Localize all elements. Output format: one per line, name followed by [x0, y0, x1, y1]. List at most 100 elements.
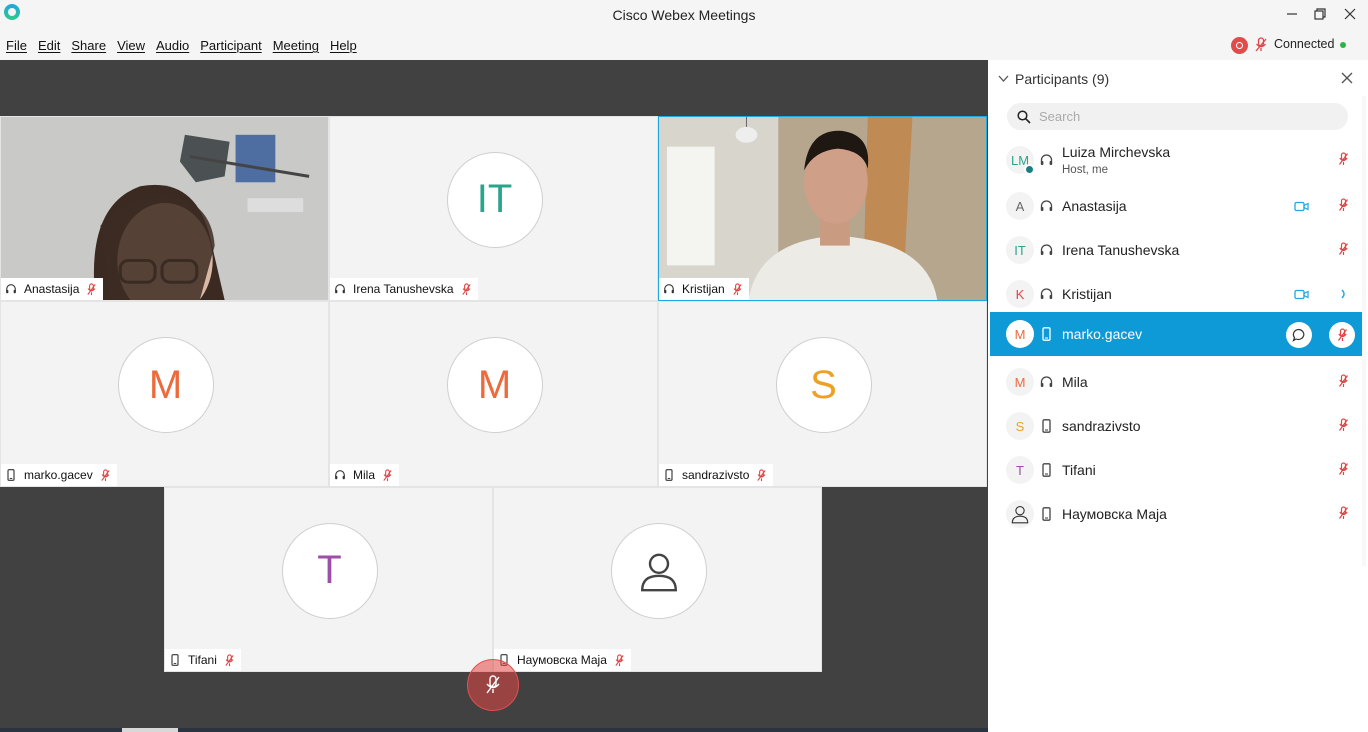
avatar-initials: K — [1015, 286, 1025, 302]
tile-participant-name: sandrazivsto — [682, 468, 750, 482]
participant-row[interactable]: T Tifani — [990, 448, 1365, 492]
phone-icon — [1042, 419, 1051, 433]
headset-icon — [1040, 154, 1053, 165]
search-input[interactable] — [1039, 105, 1339, 128]
recording-icon[interactable] — [1231, 37, 1248, 54]
tile-participant-name: Kristijan — [682, 282, 725, 296]
tile-participant-name: Наумовска Маја — [517, 653, 607, 667]
headset-icon — [1040, 244, 1053, 255]
participant-avatar: LM — [1006, 146, 1035, 175]
panel-header: Participants (9) — [988, 60, 1368, 96]
menu-share[interactable]: Share — [71, 38, 106, 53]
menu-view[interactable]: View — [117, 38, 145, 53]
window-title: Cisco Webex Meetings — [612, 7, 756, 23]
mute-icon[interactable] — [1254, 37, 1268, 53]
avatar-initials: M — [1014, 326, 1026, 342]
tile-participant-name: Irena Tanushevska — [353, 282, 454, 296]
avatar-initials: S — [1015, 418, 1025, 434]
muted-microphone-icon — [1337, 328, 1347, 341]
tile-participant-name: marko.gacev — [24, 468, 93, 482]
phone-icon — [7, 469, 15, 481]
participant-name: Irena Tanushevska — [1062, 242, 1180, 258]
search-box — [1007, 103, 1348, 130]
participant-row[interactable]: S sandrazivsto — [990, 404, 1365, 448]
participant-row[interactable]: Наумовска Маја — [990, 492, 1365, 536]
participant-avatar: IT — [446, 151, 543, 248]
participant-name: sandrazivsto — [1062, 418, 1141, 434]
participant-name: Mila — [1062, 374, 1088, 390]
participant-row[interactable]: LM Luiza Mirchevska Host, me — [990, 138, 1365, 184]
menu-edit[interactable]: Edit — [38, 38, 60, 53]
muted-microphone-icon[interactable] — [1338, 506, 1349, 520]
participant-avatar: S — [1006, 412, 1034, 440]
participant-row[interactable]: A Anastasija — [990, 184, 1365, 228]
participant-name: Tifani — [1062, 462, 1096, 478]
menu-participant[interactable]: Participant — [200, 38, 261, 53]
connection-status: Connected — [1274, 37, 1335, 51]
participant-row[interactable]: M Mila — [990, 360, 1365, 404]
video-tile[interactable]: Kristijan — [658, 116, 987, 301]
tile-name-tag: Tifani — [165, 649, 241, 671]
participants-panel: Participants (9) LM Luiza Mirchevska Host… — [988, 60, 1368, 732]
participant-row[interactable]: K Kristijan — [990, 272, 1365, 316]
webex-window: Cisco Webex Meetings File Edit Share View Au… — [0, 0, 1368, 732]
muted-microphone-icon[interactable] — [1338, 418, 1349, 432]
participant-avatar: K — [1006, 280, 1034, 308]
muted-microphone-icon[interactable] — [1338, 198, 1349, 212]
video-tile[interactable]: M marko.gacev — [0, 301, 329, 487]
headset-icon — [664, 284, 674, 294]
phone-icon — [665, 469, 673, 481]
phone-icon — [171, 654, 179, 666]
menu-meeting[interactable]: Meeting — [273, 38, 319, 53]
participant-row[interactable]: IT Irena Tanushevska — [990, 228, 1365, 272]
menu-items: File Edit Share View Audio Participant Meeting… — [6, 38, 357, 53]
restore-button[interactable] — [1306, 4, 1334, 24]
participant-name: Kristijan — [1062, 286, 1112, 302]
tile-participant-name: Tifani — [188, 653, 217, 667]
video-tile[interactable]: T Tifani — [164, 487, 493, 672]
close-panel-icon[interactable] — [1341, 72, 1353, 84]
minimize-button[interactable] — [1278, 4, 1306, 24]
camera-feed — [1, 117, 328, 300]
menu-help[interactable]: Help — [330, 38, 357, 53]
chevron-down-icon[interactable] — [998, 73, 1009, 84]
person-icon — [1011, 506, 1029, 524]
participant-avatar — [1006, 500, 1034, 528]
chat-button[interactable] — [1286, 322, 1312, 348]
video-tile[interactable]: M Mila — [329, 301, 658, 487]
restore-icon — [1314, 8, 1326, 20]
panel-scrollbar[interactable] — [1362, 96, 1366, 566]
menu-audio[interactable]: Audio — [156, 38, 189, 53]
video-tile[interactable]: Anastasija — [0, 116, 329, 301]
participant-avatar: M — [446, 337, 543, 433]
phone-icon — [1042, 327, 1051, 341]
muted-microphone-icon — [383, 468, 392, 481]
close-window-button[interactable] — [1336, 4, 1364, 24]
menu-file[interactable]: File — [6, 38, 27, 53]
video-tile[interactable]: IT Irena Tanushevska — [329, 116, 658, 301]
tile-name-tag: Anastasija — [1, 278, 104, 300]
title-bar: Cisco Webex Meetings — [0, 0, 1368, 32]
participant-avatar: T — [281, 522, 378, 619]
speaking-icon — [1341, 289, 1345, 299]
muted-microphone-icon[interactable] — [1338, 462, 1349, 476]
tile-participant-name: Anastasija — [24, 282, 80, 296]
taskbar-item[interactable] — [122, 728, 178, 732]
muted-microphone-icon[interactable] — [1338, 152, 1349, 166]
participant-avatar: A — [1006, 192, 1034, 220]
mute-participant-button[interactable] — [1329, 322, 1355, 348]
video-tile[interactable]: S sandrazivsto — [658, 301, 987, 487]
avatar-initials: M — [477, 362, 512, 407]
mute-toggle-button[interactable] — [467, 659, 519, 711]
muted-microphone-icon[interactable] — [1338, 242, 1349, 256]
headset-icon — [1040, 288, 1053, 299]
participant-avatar: M — [117, 337, 214, 433]
participant-row[interactable]: M marko.gacev — [990, 312, 1365, 356]
participant-name: Наумовска Маја — [1062, 506, 1167, 522]
muted-microphone-icon[interactable] — [1338, 374, 1349, 388]
tile-name-tag: marko.gacev — [1, 464, 117, 486]
video-tile[interactable]: Наумовска Маја — [493, 487, 822, 672]
participant-avatar — [610, 522, 707, 619]
participant-avatar: IT — [1006, 236, 1034, 264]
phone-icon — [1042, 507, 1051, 521]
